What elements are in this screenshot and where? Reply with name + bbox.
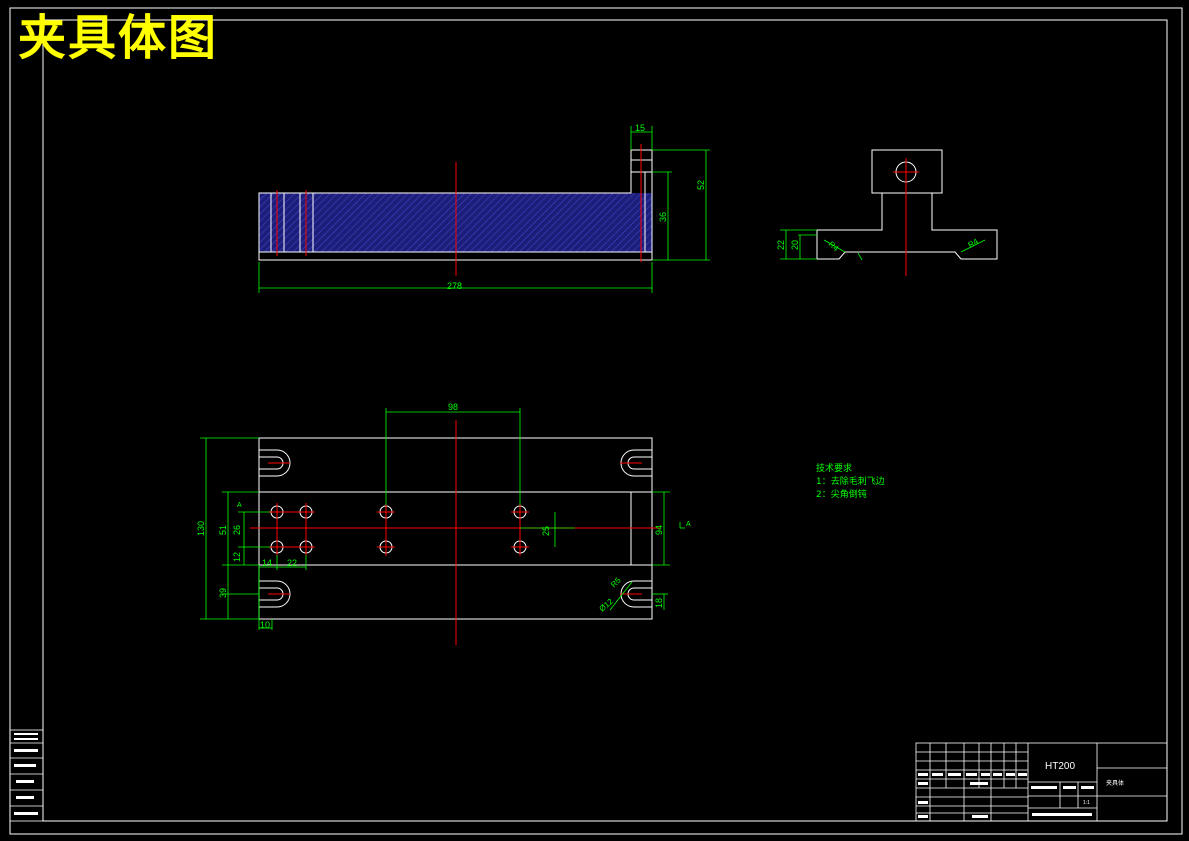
drawing-sheet: 278 15 52 36 22 20 R4 R4 98 130 51 26 12… [9,7,1183,835]
front-view: 278 15 52 36 [258,123,710,293]
dim-94: 94 [654,525,664,535]
notes-line-2: 2：尖角倒钝 [816,490,867,500]
part-name-label: 夹具体 [1106,779,1124,787]
dim-26: 26 [232,525,242,535]
dim-18: 18 [654,598,664,608]
dim-r5: R5 [609,575,623,589]
dim-130: 130 [196,521,206,536]
dim-98: 98 [448,402,458,412]
dim-278: 278 [447,281,462,291]
notes-line-1: 1：去除毛刺飞边 [816,477,885,487]
dim-20: 20 [790,240,800,250]
dim-phi12: Ø12 [598,597,616,614]
dim-25: 25 [541,526,551,536]
dim-36: 36 [658,212,668,222]
title-block-glyphs [918,773,1094,818]
inner-frame [42,19,1168,822]
top-view: 98 130 51 26 12 39 14 22 10 25 94 18 R5 … [196,402,691,645]
dim-51: 51 [218,525,228,535]
dim-r4-left: R4 [827,240,841,254]
outer-frame [9,7,1183,835]
drawing-title: 夹具体图 [18,10,219,66]
dim-12: 12 [232,552,242,562]
dim-22: 22 [776,240,786,250]
dim-15: 15 [635,123,645,133]
section-marker-a: A [686,521,691,528]
dim-39: 39 [218,588,228,598]
side-view: 22 20 R4 R4 [776,149,998,276]
notes-heading: 技术要求 [816,464,853,474]
title-block [915,742,1168,822]
technical-requirements: 技术要求 1：去除毛刺飞边 2：尖角倒钝 [816,463,885,502]
dim-10: 10 [260,620,270,630]
dim-22-bottom: 22 [287,558,297,568]
dim-52: 52 [696,180,706,190]
material-label: HT200 [1045,761,1075,772]
left-register-strip [9,729,44,822]
scale-label: 1:1 [1083,800,1090,806]
section-marker-a-left: A [237,502,242,509]
dim-14: 14 [262,558,272,568]
dim-r4-right: R4 [967,237,981,250]
